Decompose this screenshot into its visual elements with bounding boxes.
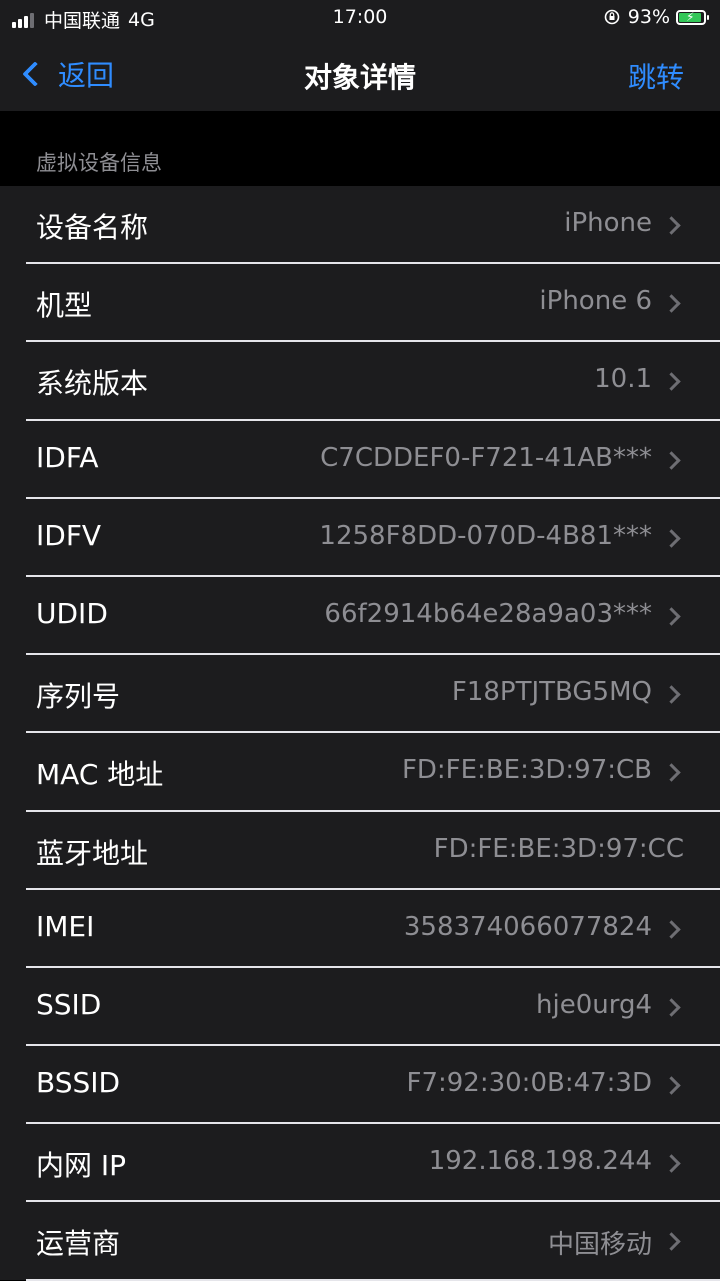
chevron-right-icon xyxy=(662,685,681,704)
row-label: BSSID xyxy=(36,1066,121,1100)
row-label: MAC 地址 xyxy=(36,758,164,792)
row-value: 358374066077824 xyxy=(403,911,652,942)
row-label: 内网 IP xyxy=(36,1149,127,1183)
list-item[interactable]: MAC 地址 FD:FE:BE:3D:97:CB xyxy=(0,733,720,812)
chevron-right-icon xyxy=(662,919,681,939)
row-value: FD:FE:BE:3D:97:CC xyxy=(433,833,684,864)
row-label: UDID xyxy=(36,596,108,630)
status-bar: 中国联通 4G 17:00 93% ⚡ xyxy=(0,0,720,36)
row-value: F18PTJTBG5MQ xyxy=(451,677,652,708)
navigation-bar: 返回 对象详情 跳转 xyxy=(0,36,720,111)
section-header-label: 虚拟设备信息 xyxy=(36,151,162,175)
device-info-list: 设备名称 iPhone 机型 iPhone 6 系统版本 10.1 IDFA C7CDDEF0… xyxy=(0,186,720,1281)
chevron-right-icon xyxy=(662,450,681,470)
row-value: hje0urg4 xyxy=(536,989,652,1020)
page-title: 对象详情 xyxy=(303,61,416,94)
row-value: 192.168.198.244 xyxy=(428,1146,652,1177)
row-value: F7:92:30:0B:47:3D xyxy=(406,1068,653,1099)
list-item[interactable]: IDFA C7CDDEF0-F721-41AB*** xyxy=(0,421,720,499)
top-bar: 中国联通 4G 17:00 93% ⚡ 返回 对象详情 跳转 xyxy=(0,0,720,111)
row-label: IDFV xyxy=(36,518,102,552)
row-label: 设备名称 xyxy=(36,211,149,244)
list-item[interactable]: 系统版本 10.1 xyxy=(0,342,720,421)
list-item[interactable]: 机型 iPhone 6 xyxy=(0,264,720,343)
row-value: 中国移动 xyxy=(547,1230,652,1261)
chevron-right-icon xyxy=(662,607,681,626)
list-item[interactable]: 蓝牙地址 FD:FE:BE:3D:97:CC xyxy=(0,812,720,890)
chevron-right-icon xyxy=(662,998,681,1017)
row-label: SSID xyxy=(36,987,102,1021)
row-label: 机型 xyxy=(36,289,93,323)
jump-button[interactable]: 跳转 xyxy=(628,56,684,96)
chevron-right-icon xyxy=(662,529,681,548)
row-label: 序列号 xyxy=(36,680,121,714)
chevron-right-icon xyxy=(662,1154,681,1173)
row-label: 系统版本 xyxy=(36,367,149,401)
row-value: C7CDDEF0-F721-41AB*** xyxy=(320,442,652,473)
row-value: 66f2914b64e28a9a03*** xyxy=(324,598,652,629)
chevron-right-icon xyxy=(662,1076,681,1095)
chevron-right-icon xyxy=(662,294,681,313)
list-item[interactable]: SSID hje0urg4 xyxy=(0,968,720,1047)
row-value: 10.1 xyxy=(594,364,652,395)
row-value: 1258F8DD-070D-4B81*** xyxy=(319,520,652,551)
chevron-right-icon xyxy=(662,1232,681,1252)
list-item[interactable]: 内网 IP 192.168.198.244 xyxy=(0,1124,720,1203)
chevron-right-icon xyxy=(662,372,681,392)
list-item[interactable]: IMEI 358374066077824 xyxy=(0,890,720,968)
row-value: FD:FE:BE:3D:97:CB xyxy=(401,755,652,786)
row-value: iPhone 6 xyxy=(539,286,652,317)
list-item[interactable]: UDID 66f2914b64e28a9a03*** xyxy=(0,577,720,656)
chevron-right-icon xyxy=(662,763,681,783)
list-item[interactable]: BSSID F7:92:30:0B:47:3D xyxy=(0,1046,720,1125)
row-label: IDFA xyxy=(36,440,99,474)
list-item[interactable]: IDFV 1258F8DD-070D-4B81*** xyxy=(0,499,720,577)
row-label: IMEI xyxy=(36,909,95,943)
list-item[interactable]: 运营商 中国移动 xyxy=(0,1202,720,1281)
row-label: 运营商 xyxy=(36,1227,121,1261)
list-item[interactable]: 序列号 F18PTJTBG5MQ xyxy=(0,655,720,734)
chevron-right-icon xyxy=(662,216,681,235)
battery-icon: ⚡ xyxy=(676,9,709,25)
row-value: iPhone xyxy=(564,208,652,238)
list-item[interactable]: 设备名称 iPhone xyxy=(0,186,720,265)
status-right: 93% ⚡ xyxy=(604,6,709,28)
row-label: 蓝牙地址 xyxy=(36,836,149,870)
orientation-lock-icon xyxy=(604,9,620,25)
charging-bolt-icon: ⚡ xyxy=(686,9,695,24)
section-header: 虚拟设备信息 xyxy=(0,111,720,186)
battery-percent: 93% xyxy=(627,6,670,28)
